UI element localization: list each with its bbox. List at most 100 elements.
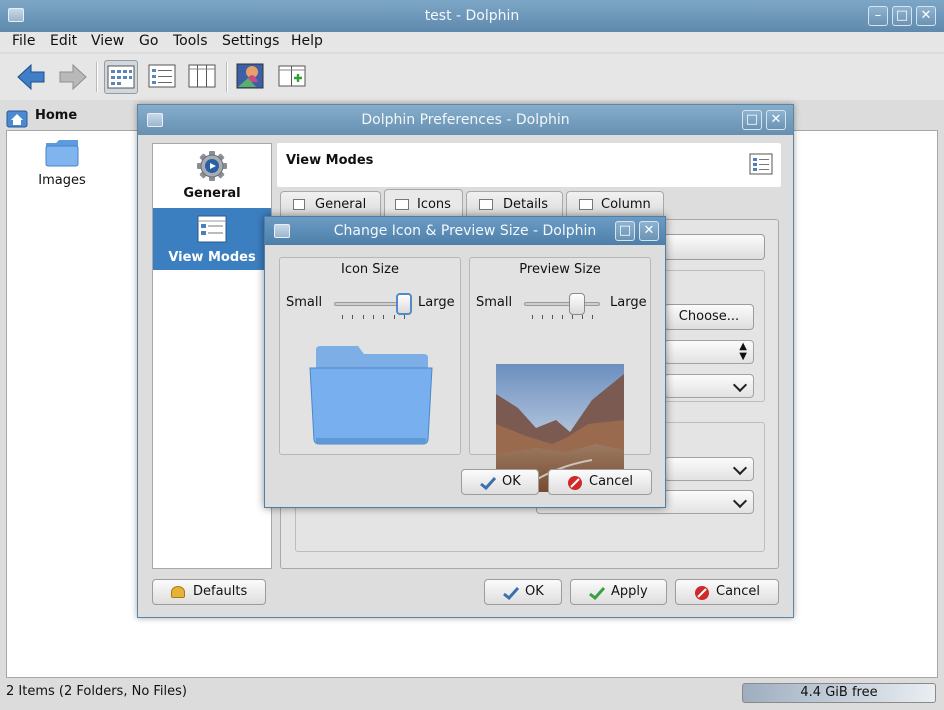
choose-font-button[interactable]: Choose...: [664, 304, 754, 330]
cancel-button[interactable]: Cancel: [675, 579, 779, 605]
details-view-icon: [148, 64, 176, 88]
button-label: OK: [525, 584, 544, 599]
tab-general[interactable]: General: [280, 191, 381, 219]
preview-size-group: Preview Size Small Large: [469, 257, 651, 492]
page-title: View Modes: [286, 153, 374, 168]
maximize-button[interactable]: □: [892, 6, 912, 26]
split-view-button[interactable]: [276, 60, 310, 94]
icon-size-group: Icon Size Small Large: [279, 257, 461, 455]
maximize-button[interactable]: □: [742, 110, 762, 130]
tab-details[interactable]: Details: [466, 191, 563, 219]
forward-arrow-icon: [59, 63, 87, 91]
button-label: Cancel: [716, 584, 761, 599]
slider-max-label: Large: [418, 295, 455, 310]
back-button[interactable]: [14, 60, 48, 94]
tab-icon: [293, 199, 305, 210]
menubar: File Edit View Go Tools Settings Help: [0, 32, 944, 52]
tab-label: Details: [503, 197, 549, 212]
close-button[interactable]: ✕: [639, 221, 659, 241]
hidden-button[interactable]: [661, 234, 765, 260]
preferences-sidebar: General View Modes: [152, 143, 272, 569]
menu-file[interactable]: File: [12, 32, 35, 52]
forward-button[interactable]: [56, 60, 90, 94]
undo-icon: [171, 586, 185, 598]
spin-arrows-icon: ▲ ▼: [739, 341, 747, 362]
cancel-icon: [568, 476, 582, 490]
close-button[interactable]: ✕: [766, 110, 786, 130]
cancel-icon: [695, 586, 709, 600]
tab-label: Column: [601, 197, 651, 212]
dropdown[interactable]: [664, 374, 754, 398]
menu-settings[interactable]: Settings: [222, 32, 279, 52]
sidebar-item-view-modes[interactable]: View Modes: [153, 208, 271, 270]
sidebar-item-label: View Modes: [168, 250, 256, 265]
page-header: View Modes: [277, 143, 781, 187]
maximize-button[interactable]: □: [615, 221, 635, 241]
change-size-titlebar[interactable]: Change Icon & Preview Size - Dolphin □ ✕: [265, 217, 665, 245]
menu-edit[interactable]: Edit: [50, 32, 77, 52]
ok-button[interactable]: OK: [484, 579, 562, 605]
check-icon: [503, 586, 519, 600]
slider-handle[interactable]: [396, 293, 412, 315]
slider-tick: [404, 315, 405, 319]
slider-tick: [582, 315, 583, 319]
apply-button[interactable]: Apply: [570, 579, 667, 605]
defaults-button[interactable]: Defaults: [152, 579, 266, 605]
sidebar-item-label: General: [183, 186, 241, 201]
main-titlebar[interactable]: test - Dolphin – □ ✕: [0, 0, 944, 32]
dropdown[interactable]: [664, 457, 754, 481]
slider-tick: [342, 315, 343, 319]
ok-button[interactable]: OK: [461, 469, 539, 495]
tab-label: Icons: [417, 197, 451, 212]
chevron-down-icon: [732, 460, 748, 476]
main-toolbar: [0, 54, 944, 100]
slider-max-label: Large: [610, 295, 647, 310]
preferences-titlebar[interactable]: Dolphin Preferences - Dolphin □ ✕: [138, 105, 793, 135]
tab-icon: [479, 199, 493, 210]
slider-tick: [562, 315, 563, 319]
check-icon: [480, 476, 496, 490]
menu-tools[interactable]: Tools: [173, 32, 208, 52]
minimize-button[interactable]: –: [868, 6, 888, 26]
menu-help[interactable]: Help: [291, 32, 323, 52]
preview-button[interactable]: [234, 60, 268, 94]
slider-min-label: Small: [476, 295, 513, 310]
toolbar-separator: [96, 62, 98, 92]
tab-column[interactable]: Column: [566, 191, 664, 219]
details-view-button[interactable]: [146, 60, 180, 94]
view-modes-icon: [197, 215, 227, 243]
slider-handle[interactable]: [569, 293, 585, 315]
icon-size-slider[interactable]: [334, 258, 412, 328]
free-space-indicator[interactable]: 4.4 GiB free: [742, 683, 936, 703]
close-button[interactable]: ✕: [916, 6, 936, 26]
status-text: 2 Items (2 Folders, No Files): [6, 684, 187, 699]
slider-groove: [524, 302, 600, 306]
chevron-down-icon: [732, 377, 748, 393]
menu-view[interactable]: View: [91, 32, 124, 52]
button-label: OK: [502, 474, 521, 489]
slider-tick: [542, 315, 543, 319]
change-size-dialog: Change Icon & Preview Size - Dolphin □ ✕…: [264, 216, 666, 508]
preferences-title: Dolphin Preferences - Dolphin: [361, 112, 570, 128]
preview-size-slider[interactable]: [524, 258, 600, 328]
location-home-label[interactable]: Home: [35, 108, 77, 123]
columns-view-button[interactable]: [186, 60, 220, 94]
icons-view-button[interactable]: [104, 60, 138, 94]
slider-tick: [373, 315, 374, 319]
sidebar-item-general[interactable]: General: [153, 144, 271, 204]
icons-view-icon: [107, 65, 135, 89]
slider-tick: [352, 315, 353, 319]
slider-tick: [592, 315, 593, 319]
button-label: Cancel: [589, 474, 634, 489]
cancel-button[interactable]: Cancel: [548, 469, 652, 495]
chevron-down-icon: [732, 493, 748, 509]
tab-icon: [395, 199, 409, 210]
spin-box[interactable]: ▲ ▼: [664, 340, 754, 364]
back-arrow-icon: [17, 63, 45, 91]
button-label: Defaults: [193, 584, 248, 599]
check-icon: [589, 586, 605, 600]
tab-icon: [579, 199, 593, 210]
menu-go[interactable]: Go: [139, 32, 158, 52]
file-item[interactable]: Images: [29, 137, 95, 197]
slider-min-label: Small: [286, 295, 323, 310]
